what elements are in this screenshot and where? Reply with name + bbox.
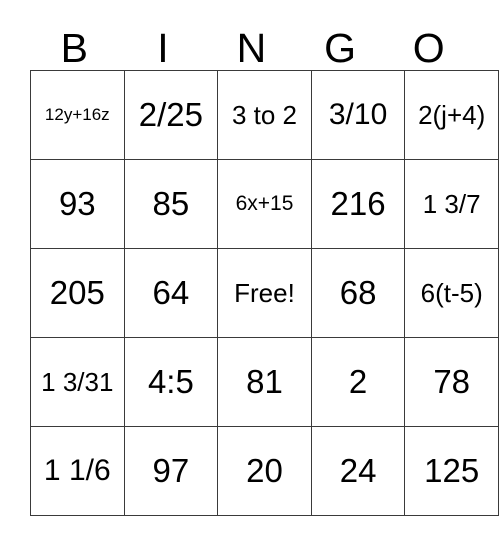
- bingo-cell-o5[interactable]: 125: [404, 426, 499, 516]
- bingo-cell-text: 12y+16z: [44, 104, 110, 124]
- bingo-cell-g5[interactable]: 24: [310, 426, 406, 516]
- bingo-cell-text: 2(j+4): [418, 99, 486, 130]
- bingo-cell-text: 6(t-5): [420, 277, 483, 308]
- bingo-cell-text: 216: [330, 185, 386, 223]
- bingo-row: 1 1/6 97 20 24 125: [30, 426, 499, 516]
- bingo-cell-text: 24: [339, 452, 377, 490]
- free-space-label: Free!: [234, 277, 295, 308]
- bingo-cell-text: 68: [339, 274, 377, 312]
- bingo-cell-o1[interactable]: 2(j+4): [404, 70, 499, 160]
- bingo-cell-i3[interactable]: 64: [123, 248, 219, 338]
- bingo-cell-text: 85: [152, 185, 190, 223]
- bingo-cell-b5[interactable]: 1 1/6: [30, 426, 125, 516]
- bingo-header-letter-b: B: [60, 25, 88, 71]
- bingo-cell-text: 78: [433, 363, 471, 401]
- bingo-cell-n4[interactable]: 81: [217, 337, 312, 427]
- bingo-cell-i1[interactable]: 2/25: [123, 70, 219, 160]
- bingo-cell-text: 6x+15: [235, 191, 294, 215]
- bingo-cell-g1[interactable]: 3/10: [310, 70, 406, 160]
- bingo-cell-text: 1 3/7: [422, 188, 481, 219]
- bingo-cell-free-space[interactable]: Free!: [217, 248, 312, 338]
- bingo-cell-text: 205: [49, 274, 105, 312]
- bingo-row: 1 3/31 4:5 81 2 78: [30, 337, 499, 427]
- bingo-cell-b4[interactable]: 1 3/31: [30, 337, 125, 427]
- bingo-cell-text: 3/10: [328, 97, 388, 131]
- bingo-cell-n1[interactable]: 3 to 2: [217, 70, 312, 160]
- bingo-cell-b3[interactable]: 205: [30, 248, 125, 338]
- bingo-cell-b2[interactable]: 93: [30, 159, 125, 249]
- bingo-cell-g2[interactable]: 216: [310, 159, 406, 249]
- bingo-cell-text: 97: [152, 452, 190, 490]
- bingo-cell-text: 93: [58, 185, 96, 223]
- bingo-cell-n5[interactable]: 20: [217, 426, 312, 516]
- bingo-row: 205 64 Free! 68 6(t-5): [30, 248, 499, 338]
- bingo-cell-text: 20: [246, 452, 283, 490]
- bingo-cell-text: 2/25: [138, 96, 203, 134]
- bingo-cell-o4[interactable]: 78: [404, 337, 499, 427]
- bingo-header-letter-o: O: [412, 25, 445, 71]
- bingo-cell-text: 1 3/31: [41, 366, 114, 397]
- bingo-cell-text: 125: [424, 452, 480, 490]
- bingo-header-letter-g: G: [324, 25, 357, 71]
- bingo-card: B I N G O 12y+16z 2/25 3 to 2 3/10 2(j+4…: [30, 8, 499, 516]
- bingo-row: 93 85 6x+15 216 1 3/7: [30, 159, 499, 249]
- bingo-cell-o2[interactable]: 1 3/7: [404, 159, 499, 249]
- bingo-cell-g4[interactable]: 2: [310, 337, 406, 427]
- bingo-cell-i5[interactable]: 97: [123, 426, 219, 516]
- bingo-header-row: B I N G O: [30, 8, 473, 70]
- bingo-cell-i4[interactable]: 4:5: [123, 337, 219, 427]
- bingo-cell-n2[interactable]: 6x+15: [217, 159, 312, 249]
- bingo-cell-text: 64: [152, 274, 190, 312]
- bingo-row: 12y+16z 2/25 3 to 2 3/10 2(j+4): [30, 70, 499, 160]
- bingo-cell-g3[interactable]: 68: [310, 248, 406, 338]
- bingo-cell-o3[interactable]: 6(t-5): [404, 248, 499, 338]
- bingo-cell-i2[interactable]: 85: [123, 159, 219, 249]
- bingo-cell-text: 1 1/6: [43, 453, 111, 487]
- bingo-cell-text: 3 to 2: [231, 99, 298, 130]
- bingo-grid: 12y+16z 2/25 3 to 2 3/10 2(j+4) 93 85 6x…: [30, 70, 499, 516]
- bingo-header-letter-i: I: [157, 25, 169, 71]
- bingo-cell-b1[interactable]: 12y+16z: [30, 70, 125, 160]
- bingo-cell-text: 81: [246, 363, 283, 401]
- bingo-cell-text: 2: [348, 363, 368, 401]
- bingo-cell-text: 4:5: [147, 363, 194, 401]
- bingo-header-letter-n: N: [236, 25, 267, 71]
